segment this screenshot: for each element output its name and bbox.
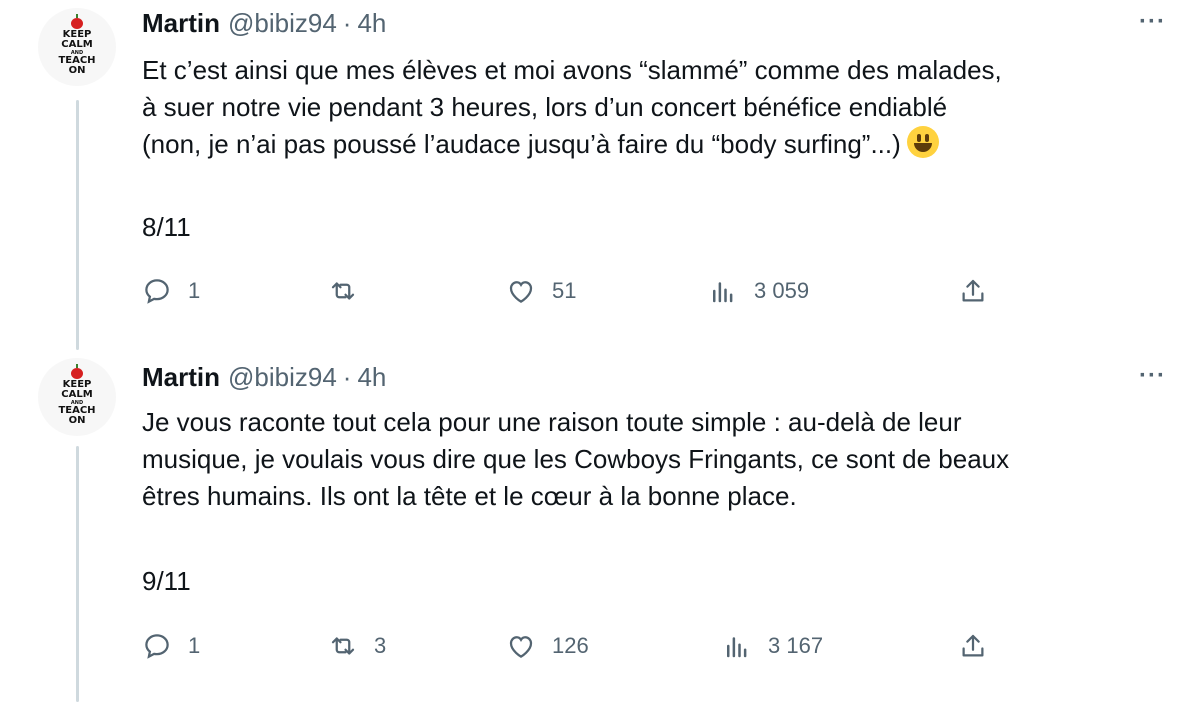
like-button[interactable]: 51 xyxy=(506,276,576,306)
more-options-icon[interactable]: ··· xyxy=(1139,8,1166,36)
author-handle[interactable]: @bibiz94 xyxy=(228,362,337,393)
retweet-button[interactable]: 3 xyxy=(328,631,386,661)
retweet-button[interactable] xyxy=(328,276,374,306)
retweet-arrows-icon xyxy=(331,282,355,300)
share-upload-icon xyxy=(962,279,984,302)
retweet-count: 3 xyxy=(374,633,387,658)
heart-icon xyxy=(509,281,533,303)
speech-bubble-icon xyxy=(145,279,169,304)
reply-count: 1 xyxy=(188,278,201,303)
views-count: 3 059 xyxy=(754,278,810,303)
thread-counter: 8/11 xyxy=(142,212,191,242)
tweet[interactable]: KEEP CALM AND TEACH ON Martin @bibiz94 ·… xyxy=(0,0,1194,350)
separator: · xyxy=(342,8,352,38)
avatar-text: ON xyxy=(68,415,86,426)
views-button[interactable]: 3 167 xyxy=(722,631,823,661)
avatar-text: ON xyxy=(68,65,86,76)
heart-icon xyxy=(509,636,533,658)
share-upload-icon xyxy=(962,634,984,657)
reply-button[interactable]: 1 xyxy=(142,276,200,306)
timestamp[interactable]: 4h xyxy=(357,8,386,39)
more-options-icon[interactable]: ··· xyxy=(1139,362,1166,390)
author-handle[interactable]: @bibiz94 xyxy=(228,8,337,39)
timestamp[interactable]: 4h xyxy=(357,362,386,393)
tweet[interactable]: KEEP CALM AND TEACH ON Martin @bibiz94 ·… xyxy=(0,354,1194,702)
tweet-text: Je vous raconte tout cela pour une raiso… xyxy=(142,407,1010,511)
tweet-header: Martin @bibiz94 · 4h xyxy=(142,362,386,393)
share-button[interactable] xyxy=(958,276,988,306)
retweet-arrows-icon xyxy=(331,637,355,655)
tweet-header: Martin @bibiz94 · 4h xyxy=(142,8,386,39)
thread-line xyxy=(76,446,79,702)
like-button[interactable]: 126 xyxy=(506,631,589,661)
reply-button[interactable]: 1 xyxy=(142,631,200,661)
avatar-text: CALM xyxy=(61,39,93,50)
apple-icon xyxy=(71,364,83,379)
views-count: 3 167 xyxy=(768,633,824,658)
grinning-face-icon xyxy=(906,126,939,158)
bar-chart-icon xyxy=(713,282,733,303)
like-count: 126 xyxy=(552,633,589,658)
separator: · xyxy=(342,362,352,392)
thread-line xyxy=(76,100,79,350)
tweet-actions: 1 3 126 3 167 xyxy=(142,631,1002,665)
views-button[interactable]: 3 059 xyxy=(708,276,809,306)
tweet-text: Et c’est ainsi que mes élèves et moi avo… xyxy=(142,52,1172,163)
like-count: 51 xyxy=(552,278,577,303)
reply-count: 1 xyxy=(188,633,201,658)
author-name[interactable]: Martin xyxy=(142,8,220,39)
apple-icon xyxy=(71,14,83,29)
author-name[interactable]: Martin xyxy=(142,362,220,393)
tweet-body: Et c’est ainsi que mes élèves et moi avo… xyxy=(142,55,1002,159)
avatar-text: CALM xyxy=(61,389,93,400)
speech-bubble-icon xyxy=(145,634,169,659)
share-button[interactable] xyxy=(958,631,988,661)
avatar[interactable]: KEEP CALM AND TEACH ON xyxy=(38,358,116,436)
avatar[interactable]: KEEP CALM AND TEACH ON xyxy=(38,8,116,86)
bar-chart-icon xyxy=(727,637,747,658)
thread-counter: 9/11 xyxy=(142,566,191,596)
tweet-actions: 1 51 3 059 xyxy=(142,276,1002,310)
